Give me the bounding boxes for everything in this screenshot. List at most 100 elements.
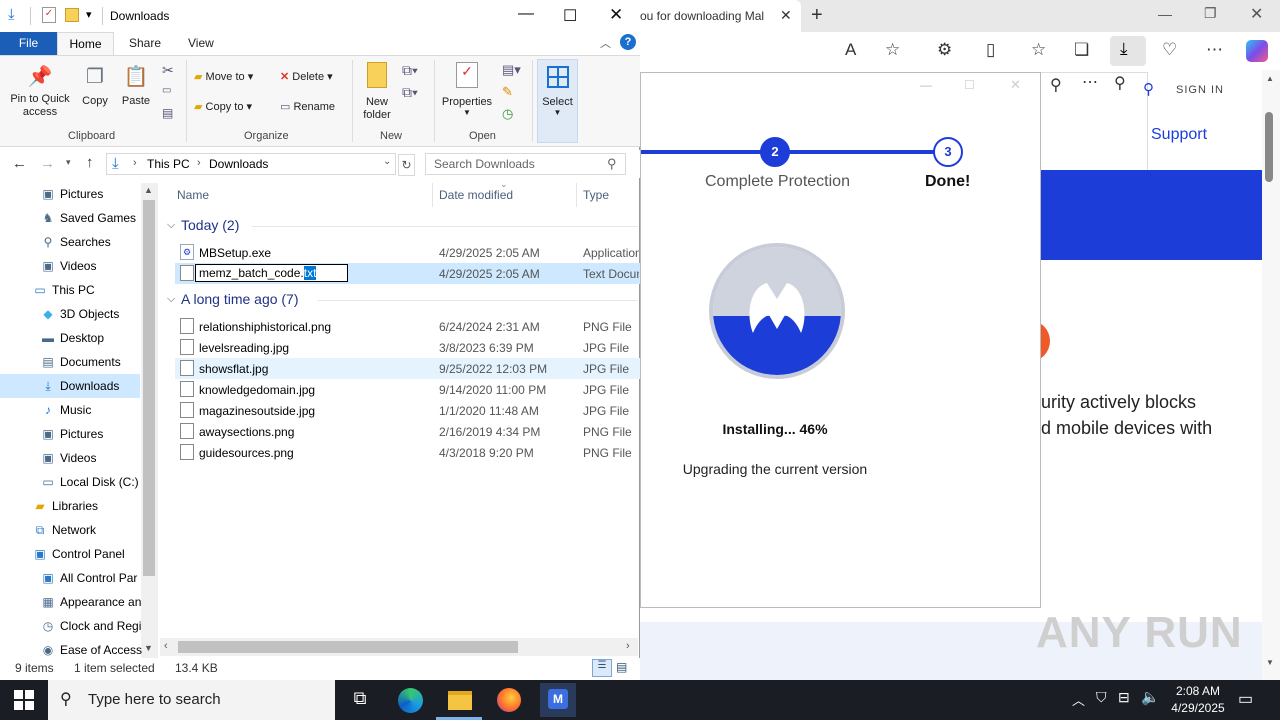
pin-icon[interactable]: ⚲ — [1114, 73, 1126, 93]
cut-icon[interactable]: ✂ — [162, 62, 174, 79]
scroll-right-icon[interactable]: › — [626, 640, 630, 652]
sidebar-item-downloads[interactable]: ⤓ Downloads — [40, 379, 180, 403]
qat-dropdown-icon[interactable]: ▾ — [86, 8, 92, 21]
tab-view[interactable]: View — [188, 36, 214, 50]
read-aloud-icon[interactable]: A — [845, 40, 856, 60]
rename-input[interactable]: memz_batch_code.txt — [195, 264, 348, 282]
sidebar-item-control-panel[interactable]: ▣ Control Panel — [32, 547, 172, 571]
scroll-left-icon[interactable]: ‹ — [164, 640, 168, 652]
installer-maximize-icon[interactable]: ☐ — [964, 78, 975, 92]
maximize-icon[interactable]: ☐ — [563, 6, 577, 26]
sidebar-item-clock-and-regi[interactable]: ◷ Clock and Regi — [40, 619, 180, 643]
help-icon[interactable]: ? — [620, 34, 636, 50]
firefox-taskbar-icon[interactable] — [497, 688, 521, 712]
scroll-down-icon[interactable]: ▼ — [1266, 658, 1274, 667]
sidebar-item-music[interactable]: ♪ Music — [40, 403, 180, 427]
favorite-star-icon[interactable]: ☆ — [885, 40, 900, 60]
sidebar-item-pictures[interactable]: ▣ Pictures — [40, 187, 180, 211]
easy-access-icon[interactable]: ⧉▾ — [402, 84, 418, 101]
column-name[interactable]: Name — [177, 188, 209, 202]
collections-icon[interactable]: ❏ — [1074, 40, 1089, 60]
back-icon[interactable]: ← — [12, 155, 27, 172]
file-explorer-taskbar-icon[interactable] — [448, 691, 472, 710]
copy-to-button[interactable]: ▰ Copy to ▾ — [194, 100, 252, 113]
group-older[interactable]: A long time ago (7) — [181, 291, 299, 307]
properties-qat-icon[interactable]: ✓ — [42, 7, 56, 23]
installer-close-icon[interactable]: ✕ — [1010, 77, 1021, 93]
search-input[interactable]: Search Downloads ⚲ — [425, 153, 626, 175]
refresh-icon[interactable]: ↻ — [398, 154, 415, 176]
edit-icon[interactable]: ✎ — [502, 84, 513, 100]
support-link[interactable]: Support — [1151, 126, 1207, 144]
sidebar-item-videos[interactable]: ▣ Videos — [40, 259, 180, 283]
pin-quick-access-button[interactable]: 📌 Pin to Quick access — [4, 64, 76, 119]
page-scroll-thumb[interactable] — [1265, 112, 1273, 182]
horizontal-scroll-thumb[interactable] — [178, 641, 518, 653]
sidebar-item-this-pc[interactable]: ▭ This PC — [32, 283, 172, 307]
sidebar-item-searches[interactable]: ⚲ Searches — [40, 235, 180, 259]
tab-file[interactable]: File — [0, 32, 57, 55]
tab-home[interactable]: Home — [57, 32, 114, 56]
start-windows-icon[interactable] — [14, 690, 34, 710]
group-collapse-icon[interactable]: ⌵ — [167, 293, 175, 306]
address-dropdown-icon[interactable]: ⌄ — [383, 156, 391, 167]
split-screen-icon[interactable]: ▯ — [986, 40, 995, 60]
sidebar-item-all-control-par[interactable]: ▣ All Control Par — [40, 571, 180, 595]
browser-minimize-icon[interactable]: — — [1158, 6, 1172, 22]
forward-icon[interactable]: → — [40, 155, 55, 172]
paste-button[interactable]: 📋 Paste — [118, 64, 154, 107]
select-button[interactable]: Select ▼ — [537, 59, 578, 143]
address-bar[interactable]: ⤓ › This PC › Downloads ⌄ — [106, 153, 396, 175]
details-view-icon[interactable]: ☰ — [592, 659, 612, 677]
group-collapse-icon[interactable]: ⌵ — [167, 219, 175, 232]
column-type[interactable]: Type — [583, 188, 609, 202]
browser-tab[interactable]: ou for downloading Mal ✕ — [636, 0, 801, 32]
delete-button[interactable]: ✕ Delete ▾ — [280, 70, 333, 83]
new-tab-icon[interactable]: + — [811, 4, 823, 27]
recent-locations-icon[interactable]: ▾ — [66, 157, 71, 168]
move-to-button[interactable]: ▰ Move to ▾ — [194, 70, 253, 83]
downloads-button[interactable]: ⤓ — [1110, 36, 1146, 66]
sidebar-item-local-disk-c[interactable]: ▭ Local Disk (C:) — [40, 475, 180, 499]
copy-button[interactable]: ❐ Copy — [78, 64, 112, 107]
show-hidden-icons-icon[interactable]: ︿ — [1072, 690, 1085, 709]
column-date[interactable]: Date modified — [439, 188, 513, 202]
site-more-icon[interactable]: ⋯ — [1082, 72, 1098, 92]
edge-taskbar-icon[interactable] — [398, 688, 423, 713]
copy-path-icon[interactable]: ▭ — [162, 85, 171, 96]
sidebar-item-desktop[interactable]: ▬ Desktop — [40, 331, 180, 355]
breadcrumb-downloads[interactable]: Downloads — [209, 157, 268, 171]
sidebar-item-network[interactable]: ⧉ Network — [32, 523, 172, 547]
sidebar-item-videos[interactable]: ▣ Videos — [40, 451, 180, 475]
more-menu-icon[interactable]: ⋯ — [1206, 40, 1223, 60]
sign-in-link[interactable]: SIGN IN — [1176, 84, 1224, 96]
sidebar-item-3d-objects[interactable]: ◆ 3D Objects — [40, 307, 180, 331]
site-search-icon[interactable]: ⚲ — [1050, 75, 1062, 95]
close-tab-icon[interactable]: ✕ — [780, 7, 792, 24]
task-view-icon[interactable]: ⧉ — [340, 688, 380, 709]
site-header-search-icon[interactable]: ⚲ — [1143, 80, 1154, 98]
sidebar-item-saved-games[interactable]: ♞ Saved Games — [40, 211, 180, 235]
large-icons-view-icon[interactable]: ▤ — [616, 660, 627, 674]
installer-minimize-icon[interactable]: — — [920, 78, 932, 92]
sidebar-item-libraries[interactable]: ▰ Libraries — [32, 499, 172, 523]
sidebar-item-pictures[interactable]: ▣ Pictures — [40, 427, 180, 451]
browser-essentials-icon[interactable]: ♡ — [1162, 40, 1177, 60]
history-icon[interactable]: ◷ — [502, 106, 513, 122]
browser-close-icon[interactable]: ✕ — [1250, 4, 1263, 24]
group-today[interactable]: Today (2) — [181, 217, 239, 233]
sidebar-item-appearance-an[interactable]: ▦ Appearance an — [40, 595, 180, 619]
sidebar-item-documents[interactable]: ▤ Documents — [40, 355, 180, 379]
volume-tray-icon[interactable]: 🔈 — [1141, 688, 1160, 706]
column-divider[interactable] — [576, 183, 577, 207]
tab-share[interactable]: Share — [129, 36, 161, 50]
new-folder-button[interactable]: New folder — [358, 62, 396, 122]
malwarebytes-taskbar-button[interactable]: M — [540, 683, 576, 717]
collapse-ribbon-icon[interactable]: ︿ — [600, 35, 611, 51]
paste-shortcut-icon[interactable]: ▤ — [162, 106, 173, 120]
close-icon[interactable]: ✕ — [609, 5, 623, 25]
taskbar-search[interactable]: ⚲ Type here to search — [48, 680, 335, 720]
taskbar-clock[interactable]: 2:08 AM 4/29/2025 — [1158, 683, 1238, 717]
rename-button[interactable]: ▭ Rename — [280, 100, 335, 113]
copilot-icon[interactable] — [1246, 40, 1268, 62]
